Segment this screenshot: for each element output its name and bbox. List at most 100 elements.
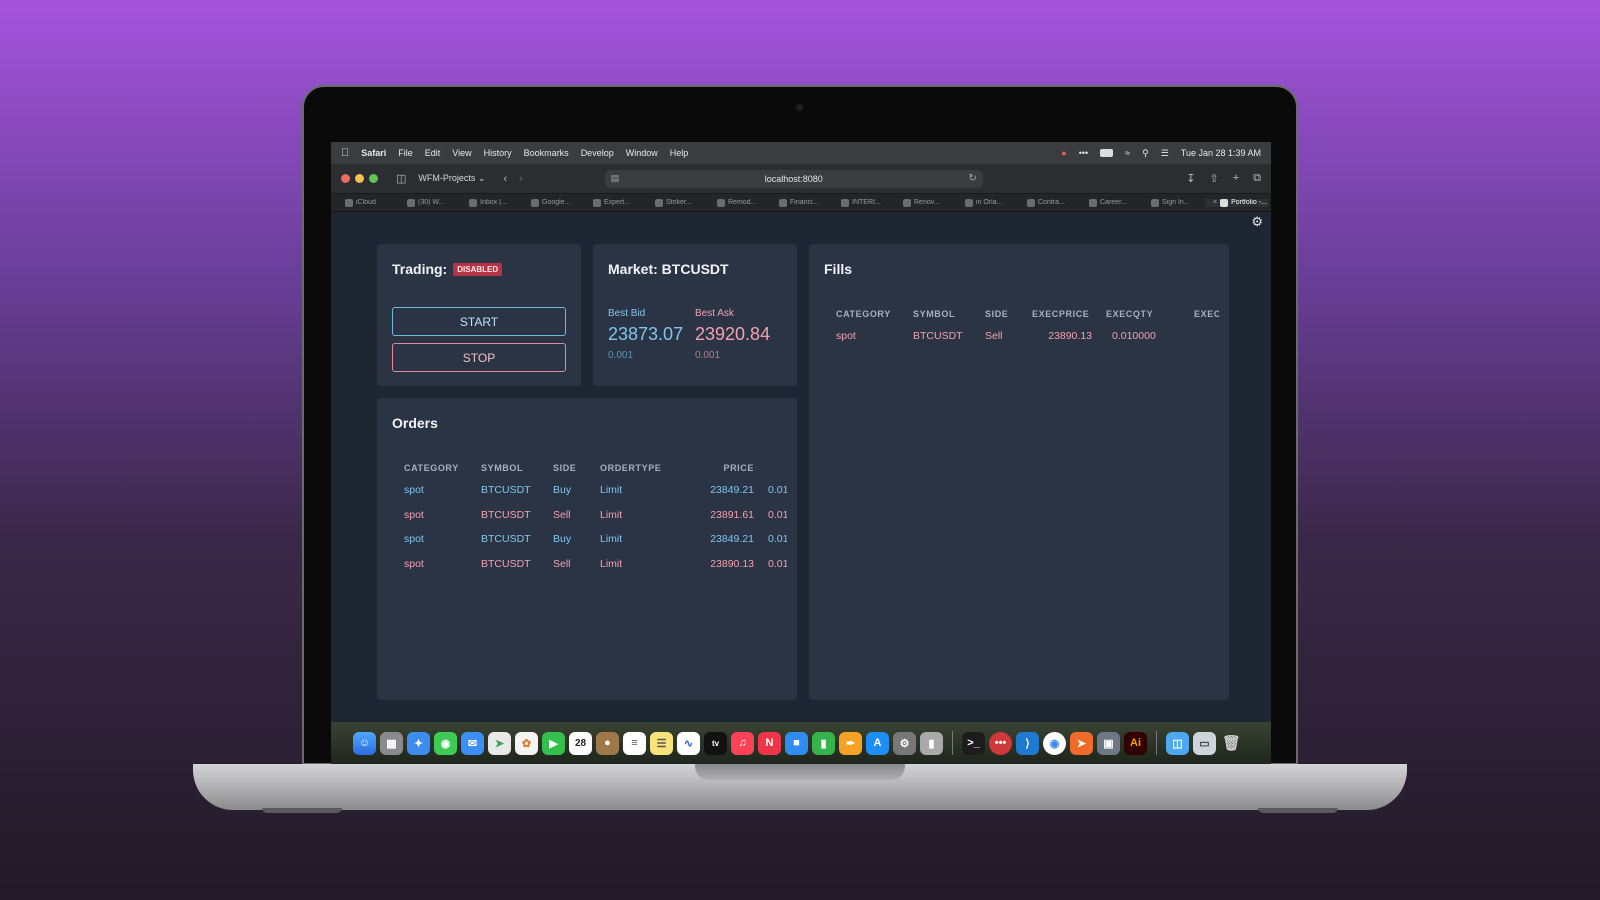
browser-tab[interactable]: Expert... <box>585 198 647 207</box>
browser-tab[interactable]: in Orla... <box>957 198 1019 207</box>
orders-row[interactable]: spot BTCUSDT Sell Limit 23891.61 0.01( <box>404 503 787 528</box>
menu-edit[interactable]: Edit <box>425 148 441 158</box>
page-settings-icon[interactable]: ▤ <box>611 173 620 184</box>
reminders-icon[interactable]: ≡ <box>623 731 646 755</box>
orders-col-price[interactable]: PRICE <box>684 458 754 478</box>
menu-view[interactable]: View <box>452 148 471 158</box>
sidebar-toggle-icon[interactable]: ◫ <box>396 172 406 185</box>
order-price: 23849.21 <box>710 484 754 497</box>
chrome-icon[interactable]: ◉ <box>1043 731 1066 755</box>
apple-tv-icon[interactable]: tv <box>704 731 727 755</box>
fills-col-category[interactable]: CATEGORY <box>836 304 913 324</box>
fills-col-execprice[interactable]: EXECPRICE <box>1032 304 1106 324</box>
trash-icon[interactable]: 🗑 <box>1220 732 1243 755</box>
finder-icon[interactable]: ☺ <box>353 731 376 755</box>
browser-tab-active[interactable]: × Portfolio -... <box>1205 198 1269 207</box>
facetime-icon[interactable]: ▶ <box>542 731 565 755</box>
utility-app-icon[interactable]: ▮ <box>920 731 943 755</box>
browser-tab[interactable]: iCloud <box>337 198 399 207</box>
messages-icon[interactable]: ◉ <box>434 731 457 755</box>
music-icon[interactable]: ♫ <box>731 731 754 755</box>
apple-icon[interactable]:  <box>341 147 349 159</box>
menu-bookmarks[interactable]: Bookmarks <box>524 148 569 158</box>
news-icon[interactable]: N <box>758 731 781 755</box>
calendar-icon[interactable]: 28 <box>569 731 592 755</box>
downloads-folder-icon[interactable]: ◫ <box>1166 731 1189 755</box>
postman-icon[interactable]: ➤ <box>1070 731 1093 755</box>
browser-tab[interactable]: Financi... <box>771 198 833 207</box>
browser-tab[interactable]: Striker... <box>647 198 709 207</box>
menu-clock[interactable]: Tue Jan 28 1:39 AM <box>1181 148 1261 158</box>
browser-tab[interactable]: Career... <box>1081 198 1143 207</box>
downloads-icon[interactable]: ↧ <box>1186 172 1195 185</box>
battery-icon[interactable] <box>1100 149 1114 157</box>
menu-file[interactable]: File <box>398 148 413 158</box>
fills-col-symbol[interactable]: SYMBOL <box>913 304 985 324</box>
menu-develop[interactable]: Develop <box>581 148 614 158</box>
terminal-icon[interactable]: >_ <box>962 731 985 755</box>
new-tab-icon[interactable]: + <box>1233 172 1239 185</box>
forward-icon[interactable]: › <box>519 173 523 185</box>
orders-row[interactable]: spot BTCUSDT Buy Limit 23849.21 0.01( <box>404 478 787 503</box>
vscode-icon[interactable]: ⟩ <box>1016 731 1039 755</box>
zoom-window-button[interactable] <box>369 174 378 183</box>
reload-icon[interactable]: ↻ <box>968 173 976 184</box>
fills-col-execqty[interactable]: EXECQTY <box>1106 304 1194 324</box>
orders-col-symbol[interactable]: SYMBOL <box>481 458 553 478</box>
browser-tab[interactable]: Renov... <box>895 198 957 207</box>
app-store-icon[interactable]: A <box>866 731 889 755</box>
menu-history[interactable]: History <box>484 148 512 158</box>
numbers-icon[interactable]: ▮ <box>812 731 835 755</box>
photos-icon[interactable]: ✿ <box>515 731 538 755</box>
preview-icon[interactable]: ▣ <box>1097 731 1120 755</box>
browser-tab[interactable]: Google... <box>523 198 585 207</box>
menu-window[interactable]: Window <box>626 148 658 158</box>
status-app-icon[interactable]: ● <box>1061 148 1066 158</box>
address-bar[interactable]: ▤ localhost:8080 ↻ <box>604 169 983 188</box>
tab-overview-icon[interactable]: ⧉ <box>1253 172 1261 185</box>
orders-col-category[interactable]: CATEGORY <box>404 458 481 478</box>
contacts-icon[interactable]: ● <box>596 731 619 755</box>
browser-tab[interactable]: INTERI... <box>833 198 895 207</box>
stop-button[interactable]: STOP <box>392 343 566 372</box>
maps-icon[interactable]: ➤ <box>488 731 511 755</box>
system-settings-icon[interactable]: ⚙ <box>893 731 916 755</box>
more-icon[interactable]: ••• <box>1079 148 1088 158</box>
menu-app-name[interactable]: Safari <box>361 148 386 158</box>
fills-row[interactable]: spot BTCUSDT Sell 23890.13 0.010000 <box>836 324 1219 349</box>
more-apps-icon[interactable]: ••• <box>989 731 1012 755</box>
settings-gear-icon[interactable]: ⚙ <box>1251 214 1263 230</box>
browser-tab[interactable]: Contra... <box>1019 198 1081 207</box>
close-window-button[interactable] <box>341 174 350 183</box>
orders-col-ordertype[interactable]: ORDERTYPE <box>600 458 684 478</box>
orders-col-side[interactable]: SIDE <box>553 458 600 478</box>
profile-selector[interactable]: WFM-Projects ⌄ <box>418 173 485 184</box>
launchpad-icon[interactable]: ▦ <box>380 731 403 755</box>
fills-col-side[interactable]: SIDE <box>985 304 1032 324</box>
safari-icon[interactable]: ✦ <box>407 731 430 755</box>
notes-icon[interactable]: ☰ <box>650 731 673 755</box>
tab-close-icon[interactable]: × <box>1213 199 1217 206</box>
screen-sharing-icon[interactable]: ▭ <box>1193 731 1216 755</box>
browser-tab[interactable]: Sign In... <box>1143 198 1205 207</box>
freeform-icon[interactable]: ∿ <box>677 731 700 755</box>
browser-tab[interactable]: Remod... <box>709 198 771 207</box>
search-icon[interactable]: ⚲ <box>1142 148 1149 159</box>
share-icon[interactable]: ⇧ <box>1209 172 1218 185</box>
illustrator-icon[interactable]: Ai <box>1124 731 1147 755</box>
back-icon[interactable]: ‹ <box>503 173 507 185</box>
pages-icon[interactable]: ✒ <box>839 731 862 755</box>
start-button[interactable]: START <box>392 307 566 336</box>
menu-help[interactable]: Help <box>670 148 689 158</box>
browser-tab[interactable]: (30) W... <box>399 198 461 207</box>
fills-col-extra[interactable]: EXECI <box>1194 304 1219 324</box>
wifi-icon[interactable]: ≈ <box>1125 148 1130 158</box>
control-center-icon[interactable]: ☰ <box>1161 148 1169 159</box>
orders-row[interactable]: spot BTCUSDT Buy Limit 23849.21 0.01( <box>404 527 787 552</box>
minimize-window-button[interactable] <box>355 174 364 183</box>
browser-tab[interactable]: Inbox (... <box>461 198 523 207</box>
orders-row[interactable]: spot BTCUSDT Sell Limit 23890.13 0.01( <box>404 552 787 577</box>
order-type: Limit <box>600 484 623 497</box>
keynote-icon[interactable]: ■ <box>785 731 808 755</box>
mail-icon[interactable]: ✉ <box>461 731 484 755</box>
